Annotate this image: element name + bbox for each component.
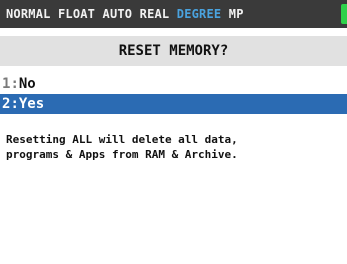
angle-mode-indicator: DEGREE <box>176 7 222 21</box>
option-no[interactable]: 1:No <box>0 74 347 94</box>
message-line: Resetting ALL will delete all data, <box>6 133 238 146</box>
mode-indicators: NORMAL FLOAT AUTO REAL DEGREE MP <box>6 0 244 28</box>
warning-message: Resetting ALL will delete all data, prog… <box>6 132 341 162</box>
option-separator: : <box>10 96 19 112</box>
status-bar: NORMAL FLOAT AUTO REAL DEGREE MP <box>0 0 347 28</box>
option-label: Yes <box>18 96 45 112</box>
calculator-screen: NORMAL FLOAT AUTO REAL DEGREE MP RESET M… <box>0 0 347 264</box>
message-line: programs & Apps from RAM & Archive. <box>6 148 238 161</box>
dialog-title: RESET MEMORY? <box>0 36 347 66</box>
option-yes[interactable]: 2:Yes <box>0 94 347 114</box>
option-label: No <box>18 76 36 92</box>
mode-text-suffix: MP <box>221 7 244 21</box>
mode-text: NORMAL FLOAT AUTO REAL <box>6 7 177 21</box>
battery-icon <box>341 4 347 24</box>
option-separator: : <box>10 76 19 92</box>
